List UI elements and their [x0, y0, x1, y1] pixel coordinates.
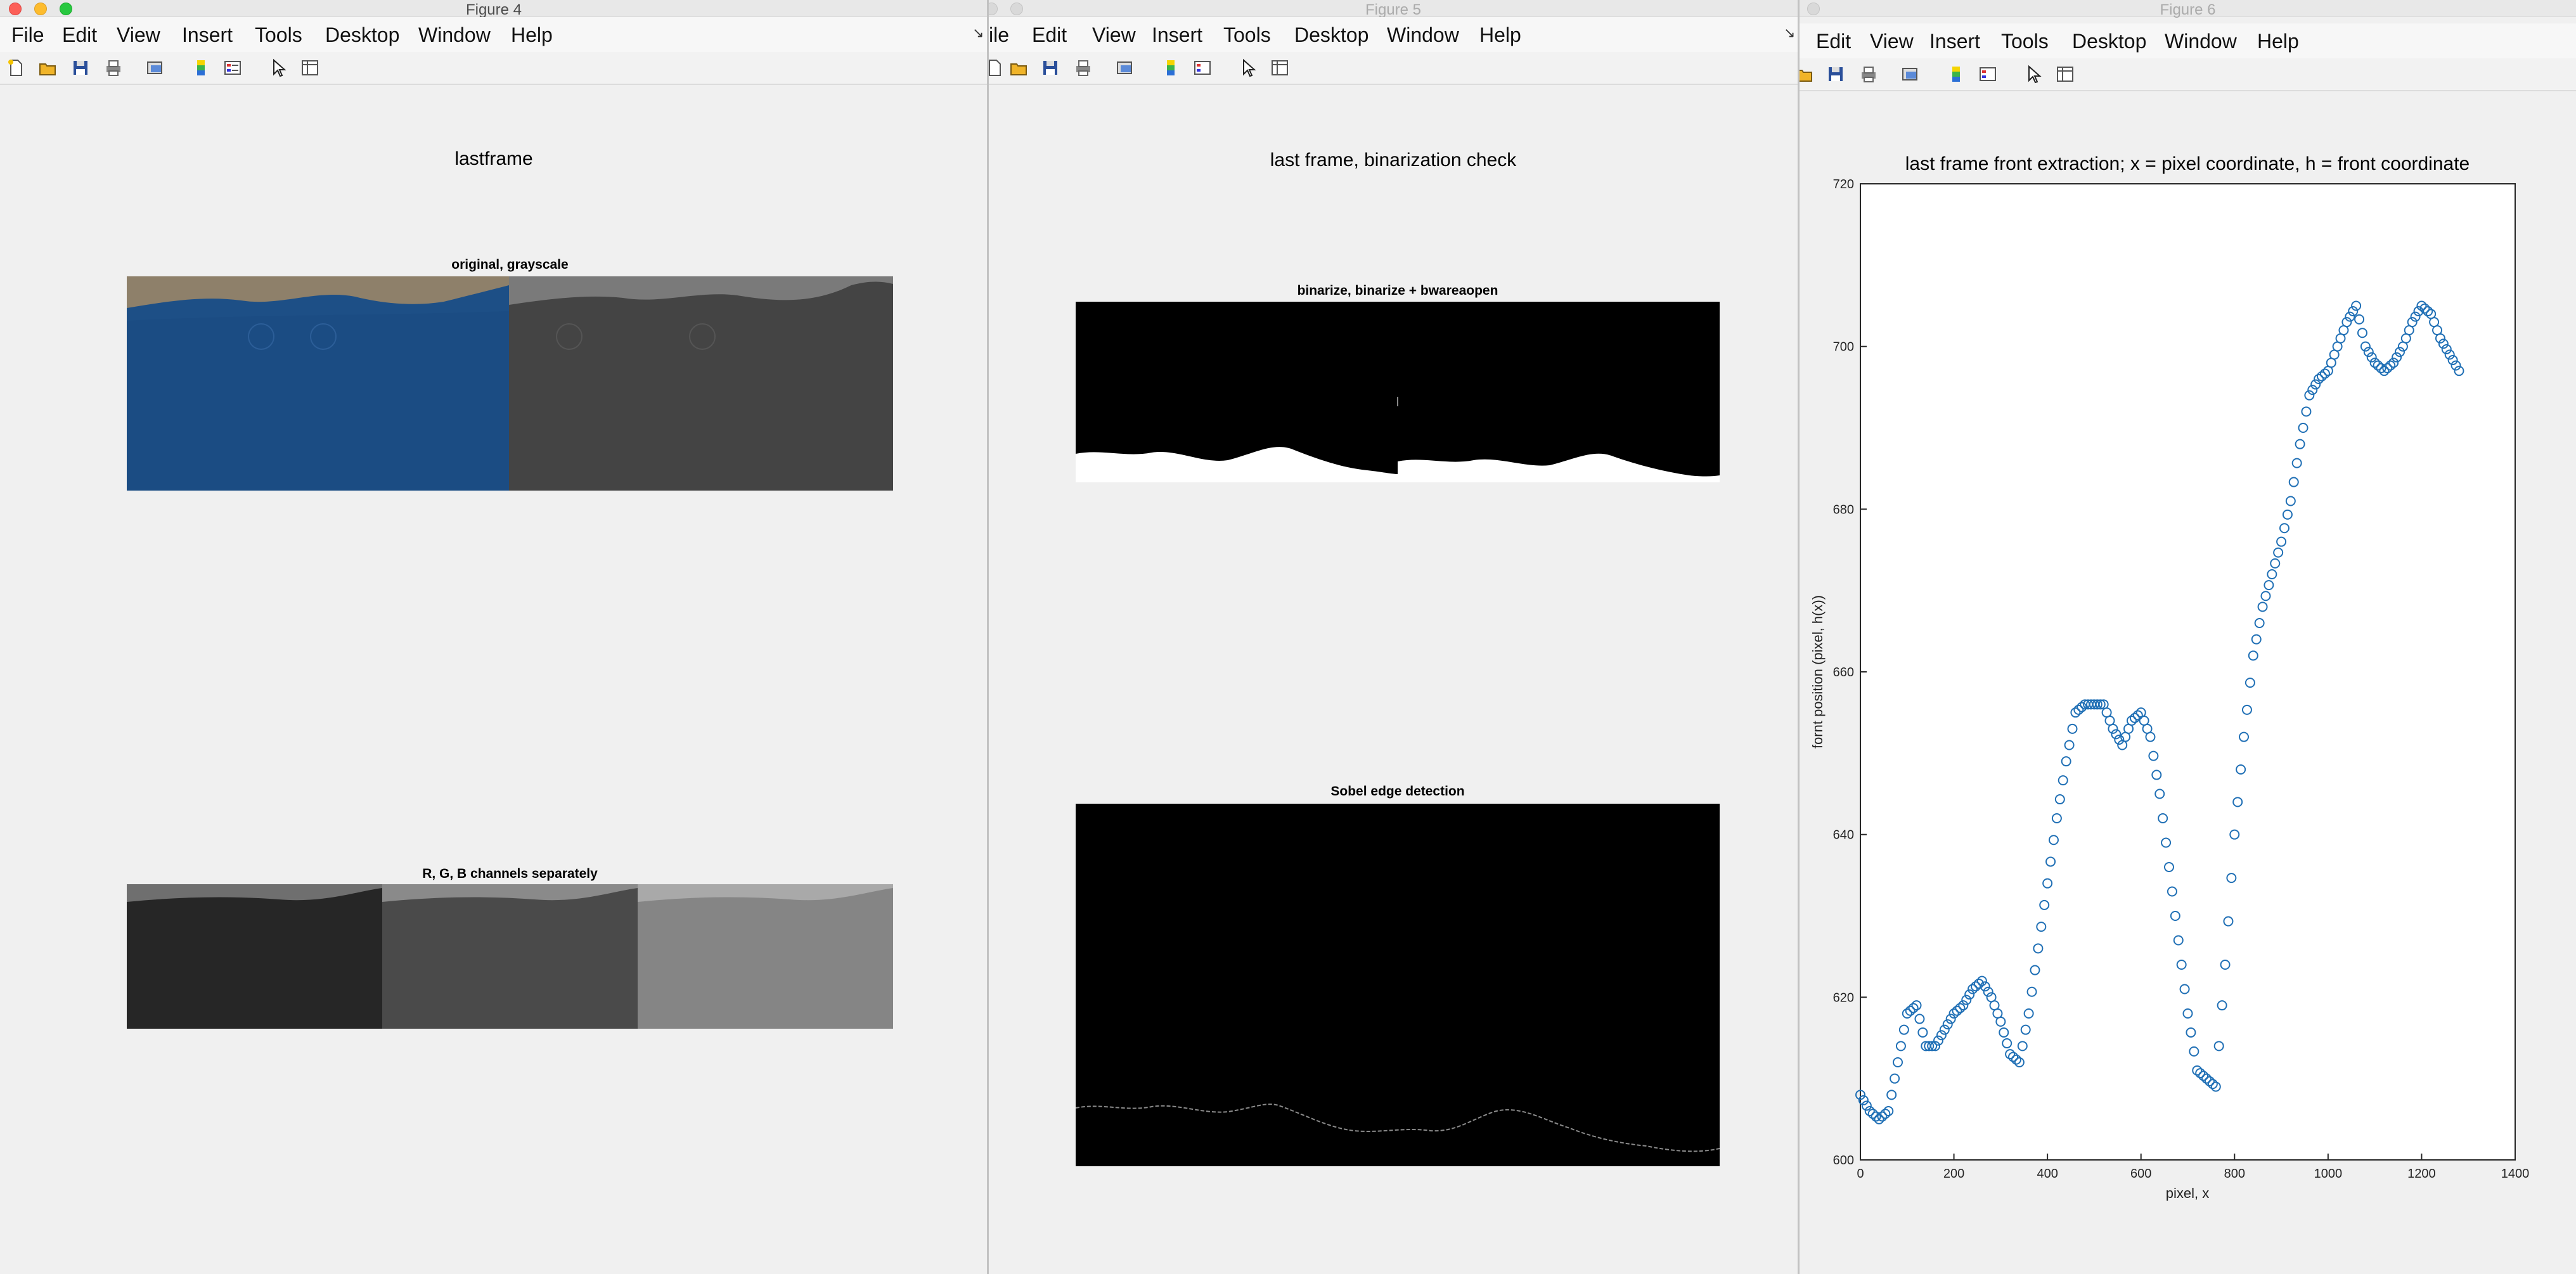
open-file-icon[interactable] [1800, 65, 1813, 84]
open-file-icon[interactable] [1009, 58, 1028, 77]
menu-insert[interactable]: Insert [1152, 23, 1202, 47]
front-extraction-plot: last frame front extraction; x = pixel c… [1810, 153, 2530, 1201]
figure-4-title: lastframe [454, 148, 533, 169]
x-tick-label: 800 [2224, 1167, 2245, 1181]
original-color-image [127, 276, 509, 491]
y-tick-label: 680 [1833, 503, 1854, 517]
save-icon[interactable] [1826, 65, 1845, 84]
new-figure-icon[interactable] [989, 58, 1004, 77]
pointer-icon[interactable] [1239, 58, 1258, 77]
figure-toolbar [1800, 58, 2576, 91]
print-icon[interactable] [1859, 65, 1878, 84]
plot-title: last frame front extraction; x = pixel c… [1905, 153, 2470, 174]
legend-icon[interactable] [1193, 58, 1212, 77]
menu-insert[interactable]: Insert [1929, 30, 1980, 53]
binarized-image [1076, 302, 1720, 482]
property-editor-icon[interactable] [300, 58, 319, 77]
menu-view[interactable]: View [117, 23, 160, 47]
menu-view[interactable]: View [1092, 23, 1136, 47]
menu-view[interactable]: View [1870, 30, 1914, 53]
window-title: Figure 4 [465, 1, 522, 18]
x-tick-label: 0 [1857, 1167, 1864, 1181]
legend-icon[interactable] [1978, 65, 1997, 84]
menu-desktop[interactable]: Desktop [2072, 30, 2146, 53]
pointer-icon[interactable] [2024, 65, 2043, 84]
subplot-binarize-title: binarize, binarize + bwareaopen [1297, 283, 1498, 298]
property-editor-icon[interactable] [2056, 65, 2075, 84]
green-channel-image [382, 884, 638, 1029]
print-preview-icon[interactable] [1116, 58, 1135, 77]
menu-window[interactable]: Window [1387, 23, 1459, 47]
menu-tools[interactable]: Tools [2001, 30, 2049, 53]
menu-window[interactable]: Window [418, 23, 491, 47]
figure-5-window: Figure 5 ile Edit View Insert Tools Desk… [989, 0, 1798, 1274]
menu-tools[interactable]: Tools [1223, 23, 1271, 47]
y-tick-label: 620 [1833, 991, 1854, 1005]
red-channel-image [127, 884, 382, 1029]
dock-arrow-icon[interactable]: ↘ [972, 25, 984, 41]
open-file-icon[interactable] [38, 58, 57, 77]
title-bar[interactable]: Figure 5 [989, 0, 1798, 18]
x-tick-label: 600 [2130, 1167, 2151, 1181]
figure-toolbar [989, 52, 1798, 85]
legend-icon[interactable] [223, 58, 242, 77]
print-icon[interactable] [1074, 58, 1093, 77]
title-bar[interactable]: Figure 4 [0, 0, 988, 18]
menu-desktop[interactable]: Desktop [1294, 23, 1368, 47]
menu-bar: ile Edit View Insert Tools Desktop Windo… [989, 17, 1798, 52]
sobel-edge-image [1076, 804, 1720, 1166]
y-tick-label: 700 [1833, 340, 1854, 354]
menu-help[interactable]: Help [2257, 30, 2299, 53]
figure-4-window: Figure 4 File Edit View Insert Tools Des… [0, 0, 988, 1274]
menu-help[interactable]: Help [1479, 23, 1521, 47]
property-editor-icon[interactable] [1270, 58, 1289, 77]
window-title: Figure 6 [2160, 1, 2216, 18]
menu-edit[interactable]: Edit [1032, 23, 1067, 47]
figure-toolbar [0, 52, 988, 85]
y-tick-label: 660 [1833, 666, 1854, 679]
menu-bar: File Edit View Insert Tools Desktop Wind… [0, 17, 988, 52]
menu-window[interactable]: Window [2165, 30, 2237, 53]
subplot-sobel-title: Sobel edge detection [1330, 784, 1465, 799]
colorbar-icon[interactable] [1947, 65, 1966, 84]
blue-channel-image [638, 884, 893, 1029]
menu-edit[interactable]: Edit [1816, 30, 1851, 53]
y-tick-label: 640 [1833, 828, 1854, 842]
y-tick-label: 720 [1833, 177, 1854, 191]
colorbar-icon[interactable] [191, 58, 210, 77]
y-tick-label: 600 [1833, 1154, 1854, 1168]
window-title: Figure 5 [1365, 1, 1422, 18]
menu-desktop[interactable]: Desktop [325, 23, 399, 47]
menu-insert[interactable]: Insert [182, 23, 233, 47]
menu-file[interactable]: File [11, 23, 44, 47]
print-preview-icon[interactable] [1901, 65, 1920, 84]
save-icon[interactable] [71, 58, 90, 77]
y-axis-label: fornt position (pixel, h(x)) [1810, 595, 1826, 749]
x-tick-label: 400 [2037, 1167, 2058, 1181]
menu-tools[interactable]: Tools [255, 23, 302, 47]
x-tick-label: 1000 [2314, 1167, 2343, 1181]
save-icon[interactable] [1041, 58, 1060, 77]
title-bar[interactable]: Figure 6 [1800, 0, 2576, 18]
grayscale-image [509, 276, 893, 491]
figure-5-title: last frame, binarization check [1270, 150, 1517, 171]
pointer-icon[interactable] [269, 58, 288, 77]
print-icon[interactable] [104, 58, 123, 77]
figure-6-window: Figure 6 Edit View Insert Tools Desktop … [1800, 0, 2576, 1274]
x-axis-label: pixel, x [2166, 1185, 2209, 1201]
x-tick-label: 1200 [2407, 1167, 2436, 1181]
colorbar-icon[interactable] [1161, 58, 1180, 77]
subplot-rgb-channels-title: R, G, B channels separately [422, 866, 598, 881]
menu-bar: Edit View Insert Tools Desktop Window He… [1800, 23, 2576, 58]
print-preview-icon[interactable] [146, 58, 165, 77]
new-figure-icon[interactable] [6, 58, 25, 77]
x-tick-label: 200 [1943, 1167, 1964, 1181]
subplot-original-grayscale-title: original, grayscale [451, 257, 569, 272]
menu-edit[interactable]: Edit [62, 23, 97, 47]
menu-help[interactable]: Help [511, 23, 553, 47]
dock-arrow-icon[interactable]: ↘ [1784, 25, 1795, 41]
x-tick-label: 1400 [2501, 1167, 2530, 1181]
menu-file[interactable]: ile [989, 23, 1009, 47]
